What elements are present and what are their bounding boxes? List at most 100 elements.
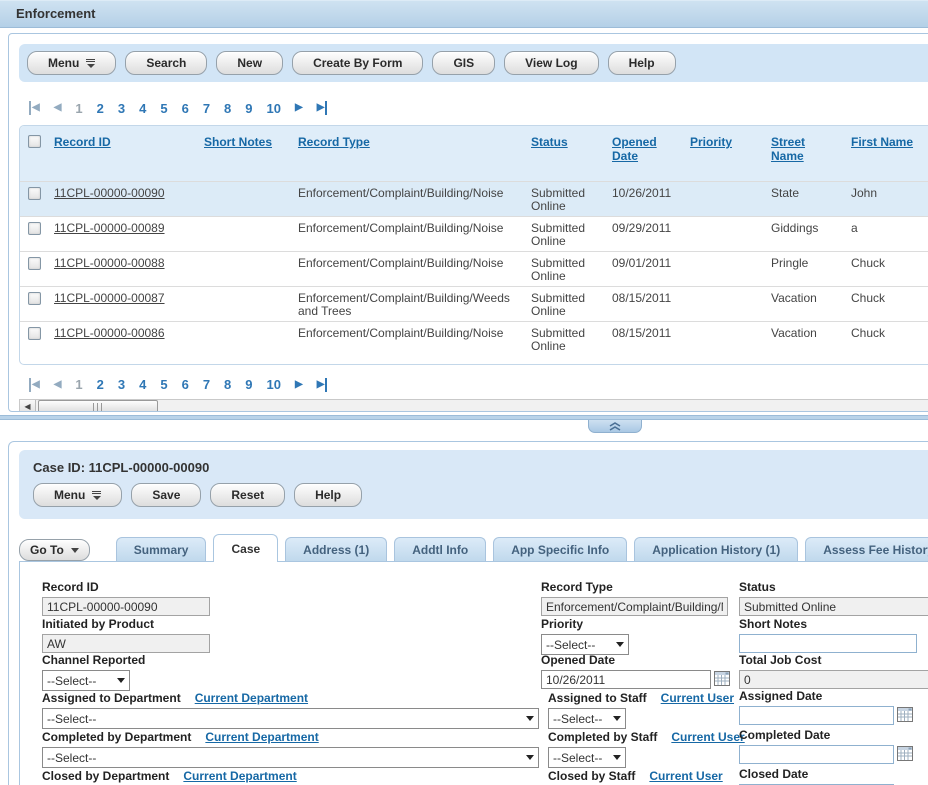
- menu-button[interactable]: Menu: [27, 51, 116, 75]
- record-type-field: [541, 597, 728, 616]
- row-checkbox[interactable]: [28, 292, 41, 305]
- record-id-link[interactable]: 11CPL-00000-00086: [54, 326, 165, 340]
- current-department-link[interactable]: Current Department: [195, 691, 308, 705]
- gis-button[interactable]: GIS: [432, 51, 495, 75]
- page-number[interactable]: 5: [160, 377, 167, 392]
- page-number[interactable]: 2: [97, 101, 104, 116]
- column-priority[interactable]: Priority: [690, 135, 732, 149]
- priority-select[interactable]: --Select--: [541, 634, 629, 655]
- table-row[interactable]: 11CPL-00000-00090 Enforcement/Complaint/…: [20, 181, 928, 216]
- page-number[interactable]: 3: [118, 101, 125, 116]
- next-page-icon[interactable]: ▶: [295, 101, 303, 115]
- help-button[interactable]: Help: [608, 51, 676, 75]
- chevron-down-icon: [616, 642, 624, 647]
- chevron-down-icon: [526, 716, 534, 721]
- save-button[interactable]: Save: [131, 483, 201, 507]
- prev-page-icon[interactable]: ◀: [54, 378, 62, 392]
- tab-app-specific-info[interactable]: App Specific Info: [493, 537, 627, 562]
- first-page-icon[interactable]: ◀: [29, 101, 40, 115]
- horizontal-scrollbar[interactable]: ◀ ▶: [19, 399, 928, 413]
- current-department-link[interactable]: Current Department: [205, 730, 318, 744]
- row-checkbox[interactable]: [28, 257, 41, 270]
- column-opened-date[interactable]: Opened Date: [612, 135, 657, 163]
- page-number[interactable]: 5: [160, 101, 167, 116]
- assigned-date-input[interactable]: [739, 706, 894, 725]
- table-row[interactable]: 11CPL-00000-00086 Enforcement/Complaint/…: [20, 321, 928, 356]
- scrollbar-thumb[interactable]: [38, 400, 158, 413]
- prev-page-icon[interactable]: ◀: [54, 101, 62, 115]
- calendar-icon[interactable]: [714, 671, 730, 686]
- chevron-down-icon: [526, 755, 534, 760]
- page-number[interactable]: 2: [97, 377, 104, 392]
- tab-addtl-info[interactable]: Addtl Info: [394, 537, 486, 562]
- page-number[interactable]: 6: [182, 377, 189, 392]
- current-user-link[interactable]: Current User: [671, 730, 744, 744]
- tab-summary[interactable]: Summary: [116, 537, 207, 562]
- completed-date-input[interactable]: [739, 745, 894, 764]
- row-checkbox[interactable]: [28, 327, 41, 340]
- page-number[interactable]: 3: [118, 377, 125, 392]
- case-menu-button[interactable]: Menu: [33, 483, 122, 507]
- reset-button[interactable]: Reset: [210, 483, 285, 507]
- record-id-link[interactable]: 11CPL-00000-00087: [54, 291, 165, 305]
- page-number[interactable]: 6: [182, 101, 189, 116]
- calendar-icon[interactable]: [897, 707, 913, 722]
- tab-assess-fee-history[interactable]: Assess Fee History (0): [805, 537, 928, 562]
- page-number[interactable]: 7: [203, 101, 210, 116]
- record-id-link[interactable]: 11CPL-00000-00088: [54, 256, 165, 270]
- completed-by-department-select[interactable]: --Select--: [42, 747, 539, 768]
- current-user-link[interactable]: Current User: [661, 691, 734, 705]
- completed-by-department-label: Completed by Department: [42, 730, 191, 744]
- last-page-icon[interactable]: ▶: [317, 378, 328, 392]
- row-checkbox[interactable]: [28, 222, 41, 235]
- total-job-cost-field: [739, 670, 928, 689]
- view-log-button[interactable]: View Log: [504, 51, 598, 75]
- assigned-to-staff-select[interactable]: --Select--: [548, 708, 626, 729]
- last-page-icon[interactable]: ▶: [317, 101, 328, 115]
- record-id-link[interactable]: 11CPL-00000-00090: [54, 186, 165, 200]
- calendar-icon[interactable]: [897, 746, 913, 761]
- assigned-date-label: Assigned Date: [739, 689, 913, 703]
- table-row[interactable]: 11CPL-00000-00089 Enforcement/Complaint/…: [20, 216, 928, 251]
- page-number[interactable]: 4: [139, 377, 146, 392]
- tab-application-history[interactable]: Application History (1): [634, 537, 798, 562]
- table-row[interactable]: 11CPL-00000-00088 Enforcement/Complaint/…: [20, 251, 928, 286]
- column-status[interactable]: Status: [531, 135, 568, 149]
- next-page-icon[interactable]: ▶: [295, 378, 303, 392]
- table-row[interactable]: 11CPL-00000-00087 Enforcement/Complaint/…: [20, 286, 928, 321]
- new-button[interactable]: New: [216, 51, 283, 75]
- page-number[interactable]: 4: [139, 101, 146, 116]
- page-number[interactable]: 10: [267, 377, 281, 392]
- search-button[interactable]: Search: [125, 51, 207, 75]
- page-number[interactable]: 9: [245, 377, 252, 392]
- page-number[interactable]: 9: [245, 101, 252, 116]
- current-department-link[interactable]: Current Department: [183, 769, 296, 783]
- opened-date-input[interactable]: [541, 670, 711, 689]
- go-to-button[interactable]: Go To: [19, 539, 90, 561]
- collapse-panel-button[interactable]: [588, 420, 642, 433]
- scroll-left-icon[interactable]: ◀: [20, 400, 36, 413]
- page-number[interactable]: 8: [224, 377, 231, 392]
- completed-by-staff-select[interactable]: --Select--: [548, 747, 626, 768]
- first-page-icon[interactable]: ◀: [29, 378, 40, 392]
- menu-dropdown-icon: [86, 59, 95, 68]
- row-checkbox[interactable]: [28, 187, 41, 200]
- current-user-link[interactable]: Current User: [649, 769, 722, 783]
- column-first-name[interactable]: First Name: [851, 135, 913, 149]
- short-notes-input[interactable]: [739, 634, 917, 653]
- column-record-type[interactable]: Record Type: [298, 135, 370, 149]
- tab-case[interactable]: Case: [213, 534, 278, 562]
- record-id-link[interactable]: 11CPL-00000-00089: [54, 221, 165, 235]
- page-number[interactable]: 10: [267, 101, 281, 116]
- select-all-checkbox[interactable]: [28, 135, 41, 148]
- case-help-button[interactable]: Help: [294, 483, 362, 507]
- assigned-to-department-select[interactable]: --Select--: [42, 708, 539, 729]
- page-number[interactable]: 8: [224, 101, 231, 116]
- tab-address[interactable]: Address (1): [285, 537, 387, 562]
- column-street-name[interactable]: Street Name: [771, 135, 805, 163]
- create-by-form-button[interactable]: Create By Form: [292, 51, 423, 75]
- page-number[interactable]: 7: [203, 377, 210, 392]
- column-record-id[interactable]: Record ID: [54, 135, 111, 149]
- channel-reported-select[interactable]: --Select--: [42, 670, 130, 691]
- column-short-notes[interactable]: Short Notes: [204, 135, 272, 149]
